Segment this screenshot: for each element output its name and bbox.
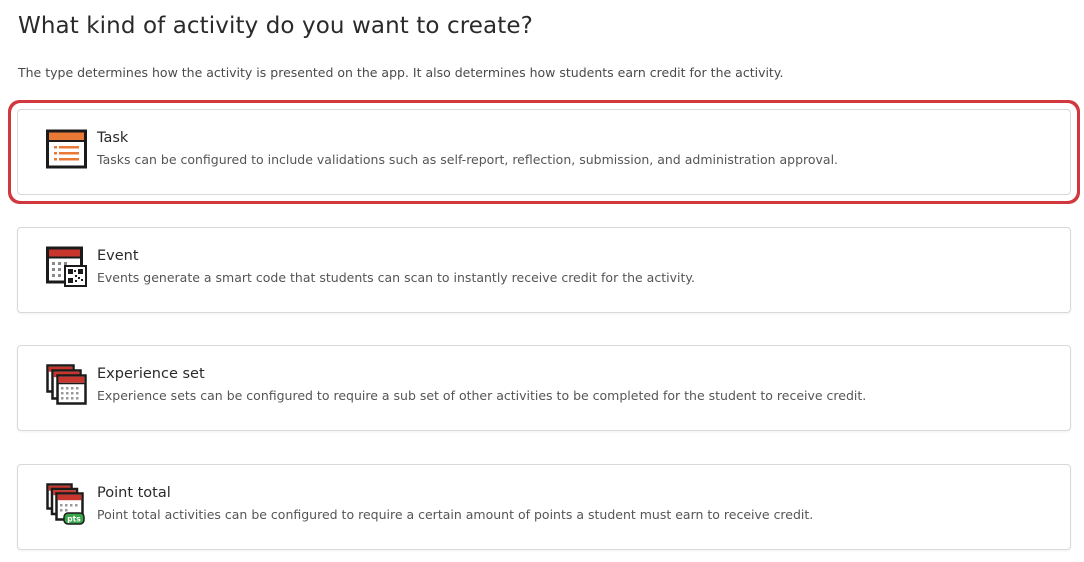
- activity-option-experience-set[interactable]: Experience set Experience sets can be co…: [17, 345, 1071, 431]
- option-title: Experience set: [97, 366, 205, 382]
- calendar-qr-icon: [46, 246, 87, 287]
- option-title: Task: [97, 130, 129, 146]
- page-title: What kind of activity do you want to cre…: [18, 13, 533, 39]
- option-title: Event: [97, 248, 139, 264]
- calendars-points-icon: pts: [46, 483, 85, 525]
- option-title: Point total: [97, 485, 171, 501]
- option-description: Point total activities can be configured…: [97, 507, 814, 522]
- option-description: Experience sets can be configured to req…: [97, 388, 867, 403]
- option-description: Events generate a smart code that studen…: [97, 270, 695, 285]
- page-subtitle: The type determines how the activity is …: [18, 65, 784, 80]
- activity-option-event[interactable]: Event Events generate a smart code that …: [17, 227, 1071, 313]
- activity-option-point-total[interactable]: pts Point total Point total activities c…: [17, 464, 1071, 550]
- activity-type-page: What kind of activity do you want to cre…: [0, 0, 1084, 562]
- task-list-icon: [46, 129, 87, 169]
- option-description: Tasks can be configured to include valid…: [97, 152, 839, 167]
- activity-option-task[interactable]: Task Tasks can be configured to include …: [17, 109, 1071, 195]
- points-badge-label: pts: [67, 515, 81, 524]
- stacked-calendars-icon: [46, 364, 87, 405]
